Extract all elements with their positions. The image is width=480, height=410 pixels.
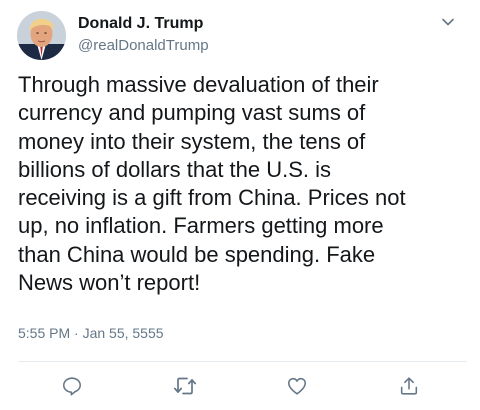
avatar-image [17, 11, 66, 60]
chevron-down-icon[interactable] [440, 14, 456, 30]
like-button[interactable] [285, 374, 309, 398]
tweet-card: Donald J. Trump @realDonaldTrump Through… [0, 0, 480, 410]
retweet-button[interactable] [173, 374, 197, 398]
retweet-icon [173, 377, 197, 395]
share-button[interactable] [397, 374, 421, 398]
avatar[interactable] [17, 11, 66, 60]
tweet-text: Through massive devaluation of their cur… [18, 72, 406, 296]
share-icon [400, 377, 418, 395]
tweet-timestamp[interactable]: 5:55 PM · Jan 55, 5555 [18, 325, 164, 341]
author-display-name[interactable]: Donald J. Trump [78, 15, 203, 33]
heart-icon [287, 377, 307, 395]
author-handle[interactable]: @realDonaldTrump [78, 37, 209, 54]
reply-button[interactable] [60, 374, 84, 398]
divider [18, 361, 467, 362]
reply-icon [62, 377, 82, 396]
